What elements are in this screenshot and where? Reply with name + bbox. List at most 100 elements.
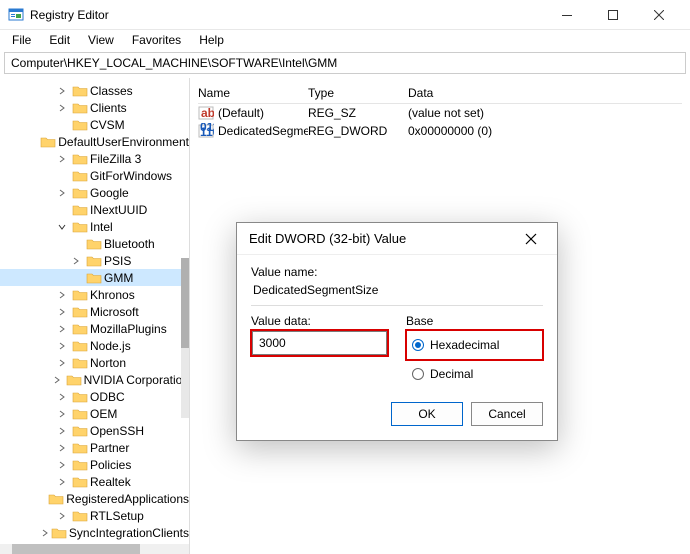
chevron-down-icon[interactable] — [58, 223, 70, 231]
address-bar[interactable]: Computer\HKEY_LOCAL_MACHINE\SOFTWARE\Int… — [4, 52, 686, 74]
value-name: (Default) — [218, 106, 264, 120]
tree-item-label: ODBC — [90, 390, 125, 404]
minimize-button[interactable] — [544, 0, 590, 30]
tree-item[interactable]: Intel — [0, 218, 189, 235]
menu-view[interactable]: View — [80, 31, 122, 49]
tree-item[interactable]: Google — [0, 184, 189, 201]
tree-item[interactable]: Realtek — [0, 473, 189, 490]
tree-item[interactable]: INextUUID — [0, 201, 189, 218]
tree-item[interactable]: Norton — [0, 354, 189, 371]
chevron-right-icon[interactable] — [58, 393, 70, 401]
tree-item-label: GMM — [104, 271, 133, 285]
col-name[interactable]: Name — [198, 86, 308, 100]
tree-item[interactable]: PSIS — [0, 252, 189, 269]
tree-pane[interactable]: Classes ClientsCVSM DefaultUserEnvironment… — [0, 78, 190, 554]
close-icon[interactable] — [525, 233, 545, 245]
radio-icon — [412, 368, 424, 380]
tree-item-label: PSIS — [104, 254, 131, 268]
chevron-right-icon[interactable] — [58, 104, 70, 112]
chevron-right-icon[interactable] — [58, 410, 70, 418]
radio-hex-label: Hexadecimal — [430, 338, 499, 352]
value-row[interactable]: 011110DedicatedSegme...REG_DWORD0x000000… — [198, 122, 682, 140]
tree-item[interactable]: Bluetooth — [0, 235, 189, 252]
tree-item[interactable]: OpenSSH — [0, 422, 189, 439]
tree-item[interactable]: CVSM — [0, 116, 189, 133]
chevron-right-icon[interactable] — [58, 87, 70, 95]
tree-item-label: Khronos — [90, 288, 135, 302]
tree-item-label: Partner — [90, 441, 129, 455]
tree-item[interactable]: DefaultUserEnvironment — [0, 133, 189, 150]
chevron-right-icon[interactable] — [58, 444, 70, 452]
tree-item[interactable]: Clients — [0, 99, 189, 116]
address-text: Computer\HKEY_LOCAL_MACHINE\SOFTWARE\Int… — [11, 56, 337, 70]
value-row[interactable]: ab(Default)REG_SZ(value not set) — [198, 104, 682, 122]
tree-item[interactable]: GMM — [0, 269, 189, 286]
chevron-right-icon[interactable] — [58, 461, 70, 469]
tree-item[interactable]: Partner — [0, 439, 189, 456]
col-data[interactable]: Data — [408, 86, 682, 100]
tree-item[interactable]: Microsoft — [0, 303, 189, 320]
value-name-text: DedicatedSegmentSize — [253, 283, 543, 297]
tree-item[interactable]: ODBC — [0, 388, 189, 405]
folder-icon — [72, 441, 88, 455]
tree-item[interactable]: FileZilla 3 — [0, 150, 189, 167]
chevron-right-icon[interactable] — [58, 512, 70, 520]
tree-item[interactable]: RTLSetup — [0, 507, 189, 524]
chevron-right-icon[interactable] — [58, 359, 70, 367]
tree-item-label: DefaultUserEnvironment — [58, 135, 189, 149]
radio-decimal[interactable]: Decimal — [406, 364, 543, 384]
folder-icon — [72, 390, 88, 404]
chevron-right-icon[interactable] — [58, 189, 70, 197]
titlebar: Registry Editor — [0, 0, 690, 30]
chevron-right-icon[interactable] — [58, 478, 70, 486]
close-button[interactable] — [636, 0, 682, 30]
maximize-button[interactable] — [590, 0, 636, 30]
tree-item-label: Clients — [90, 101, 127, 115]
chevron-right-icon[interactable] — [53, 376, 64, 384]
ok-button[interactable]: OK — [391, 402, 463, 426]
tree-item[interactable]: Policies — [0, 456, 189, 473]
tree-item[interactable]: Node.js — [0, 337, 189, 354]
chevron-right-icon[interactable] — [58, 155, 70, 163]
tree-horizontal-scrollbar[interactable] — [0, 544, 189, 554]
tree-item-label: NVIDIA Corporation — [84, 373, 189, 387]
menu-file[interactable]: File — [4, 31, 39, 49]
svg-text:ab: ab — [201, 106, 214, 120]
tree-item[interactable]: NVIDIA Corporation — [0, 371, 189, 388]
chevron-right-icon[interactable] — [58, 342, 70, 350]
dialog-title-text: Edit DWORD (32-bit) Value — [249, 231, 525, 246]
tree-item-label: Bluetooth — [104, 237, 155, 251]
menu-edit[interactable]: Edit — [41, 31, 78, 49]
folder-icon — [72, 509, 88, 523]
tree-item-label: SyncIntegrationClients — [69, 526, 189, 540]
chevron-right-icon[interactable] — [41, 529, 49, 537]
tree-item[interactable]: Classes — [0, 82, 189, 99]
base-label: Base — [406, 314, 543, 328]
tree-item[interactable]: GitForWindows — [0, 167, 189, 184]
chevron-right-icon[interactable] — [72, 257, 84, 265]
window-title: Registry Editor — [30, 8, 544, 22]
value-data-input[interactable] — [252, 331, 387, 355]
tree-vertical-scrollbar[interactable] — [181, 258, 189, 418]
radio-hexadecimal[interactable]: Hexadecimal — [412, 335, 537, 355]
tree-item[interactable]: Khronos — [0, 286, 189, 303]
tree-item-label: Norton — [90, 356, 126, 370]
svg-text:110: 110 — [200, 125, 214, 139]
dialog-titlebar[interactable]: Edit DWORD (32-bit) Value — [237, 223, 557, 255]
chevron-right-icon[interactable] — [58, 291, 70, 299]
folder-icon — [72, 84, 88, 98]
tree-item[interactable]: MozillaPlugins — [0, 320, 189, 337]
app-icon — [8, 7, 24, 23]
cancel-button[interactable]: Cancel — [471, 402, 543, 426]
menu-favorites[interactable]: Favorites — [124, 31, 189, 49]
value-type: REG_DWORD — [308, 124, 408, 138]
menu-help[interactable]: Help — [191, 31, 232, 49]
chevron-right-icon[interactable] — [58, 427, 70, 435]
chevron-right-icon[interactable] — [58, 308, 70, 316]
tree-item[interactable]: OEM — [0, 405, 189, 422]
folder-icon — [40, 135, 56, 149]
tree-item[interactable]: SyncIntegrationClients — [0, 524, 189, 541]
tree-item[interactable]: RegisteredApplications — [0, 490, 189, 507]
col-type[interactable]: Type — [308, 86, 408, 100]
chevron-right-icon[interactable] — [58, 325, 70, 333]
